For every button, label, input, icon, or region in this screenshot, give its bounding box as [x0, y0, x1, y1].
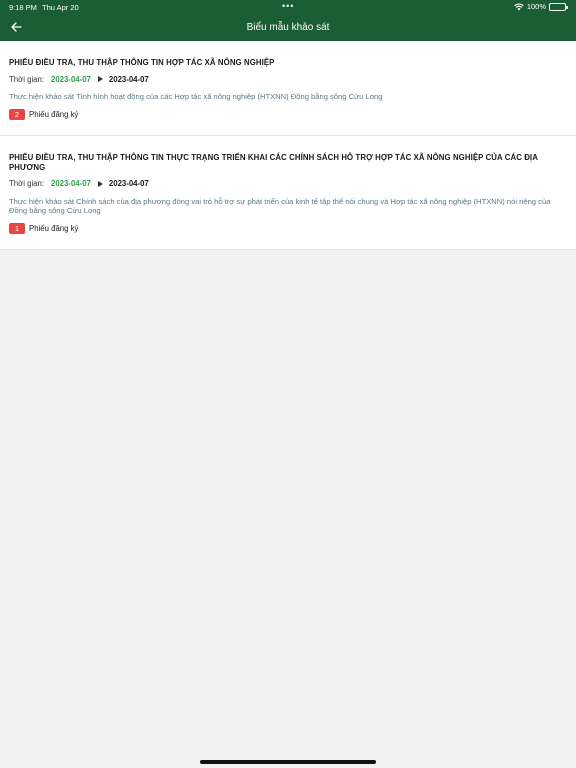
status-time: 9:18 PM: [9, 3, 37, 12]
survey-card[interactable]: PHIẾU ĐIỀU TRA, THU THẬP THÔNG TIN THỰC …: [0, 135, 576, 250]
time-label: Thời gian:: [9, 179, 45, 188]
status-bar: 9:18 PM Thu Apr 20 ••• 100%: [0, 0, 576, 14]
nav-bar: Biểu mẫu khảo sát: [0, 14, 576, 41]
registration-row[interactable]: 2 Phiếu đăng ký: [9, 108, 567, 120]
registration-label: Phiếu đăng ký: [29, 109, 79, 119]
registration-row[interactable]: 1 Phiếu đăng ký: [9, 222, 567, 234]
status-indicators: 100%: [514, 2, 568, 11]
battery-percent: 100%: [526, 2, 546, 11]
time-label: Thời gian:: [9, 74, 45, 84]
caret-right-icon: [97, 180, 103, 187]
end-date: 2023-04-07: [108, 179, 149, 188]
survey-time-row: Thời gian: 2023-04-07 2023-04-07: [9, 179, 567, 189]
page-title: Biểu mẫu khảo sát: [246, 22, 330, 33]
battery-icon: [549, 2, 568, 11]
end-date: 2023-04-07: [108, 74, 149, 84]
registration-label: Phiếu đăng ký: [29, 223, 79, 233]
survey-title: PHIẾU ĐIỀU TRA, THU THẬP THÔNG TIN HỢP T…: [9, 58, 275, 67]
caret-right-icon: [97, 76, 103, 82]
survey-list: PHIẾU ĐIỀU TRA, THU THẬP THÔNG TIN HỢP T…: [0, 41, 576, 250]
home-indicator[interactable]: [200, 760, 376, 764]
survey-card[interactable]: PHIẾU ĐIỀU TRA, THU THẬP THÔNG TIN HỢP T…: [0, 41, 576, 136]
app-header: 9:18 PM Thu Apr 20 ••• 100% Biểu mẫu khả…: [0, 0, 576, 41]
start-date: 2023-04-07: [51, 179, 91, 188]
survey-time-row: Thời gian: 2023-04-07 2023-04-07: [9, 74, 567, 84]
registration-count-badge: 1: [9, 222, 25, 234]
status-date: Thu Apr 20: [42, 3, 79, 12]
multitask-dots[interactable]: •••: [282, 1, 294, 11]
survey-description: Thực hiện khảo sát Chính sách của địa ph…: [9, 196, 551, 216]
start-date: 2023-04-07: [51, 74, 91, 84]
registration-count-badge: 2: [9, 108, 25, 120]
survey-title: PHIẾU ĐIỀU TRA, THU THẬP THÔNG TIN THỰC …: [9, 152, 538, 172]
wifi-icon: [514, 2, 524, 10]
survey-description: Thực hiện khảo sát Tình hình hoạt động c…: [9, 92, 383, 101]
